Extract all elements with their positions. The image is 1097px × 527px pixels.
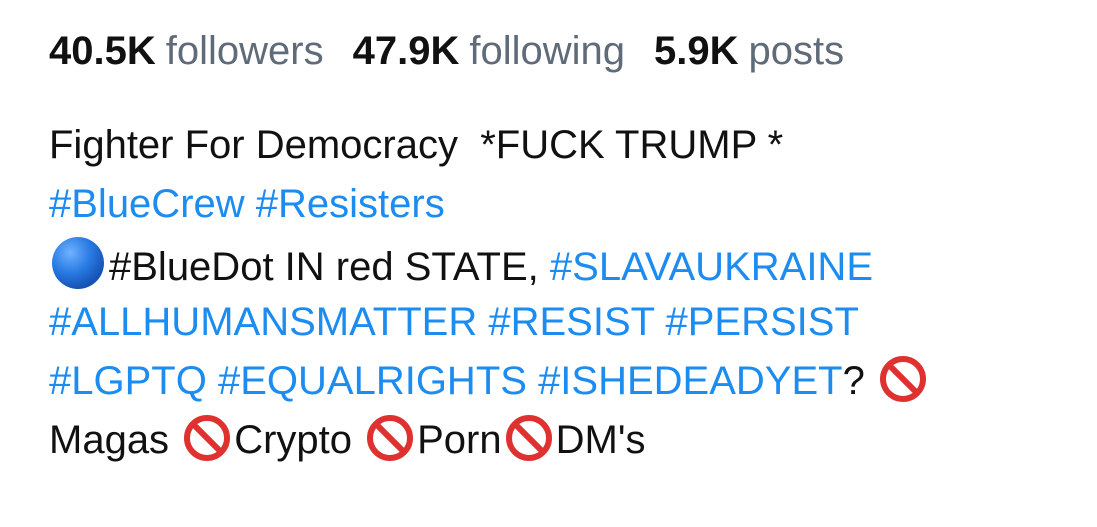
- bio-line-2: #BlueCrew #Resisters: [49, 175, 445, 233]
- following-count: 47.9K: [352, 29, 460, 73]
- bio-no-dms: DM's: [555, 418, 646, 462]
- hashtag-resisters[interactable]: #Resisters: [256, 182, 445, 226]
- profile-stats: 40.5K followers 47.9K following 5.9K pos…: [49, 26, 873, 76]
- hashtag-allhumansmatter[interactable]: #ALLHUMANSMATTER: [49, 300, 477, 344]
- prohibited-icon: [184, 415, 231, 461]
- hashtag-slavaukraine[interactable]: #SLAVAUKRAINE: [550, 245, 873, 289]
- hashtag-bluecrew[interactable]: #BlueCrew: [49, 182, 245, 226]
- followers-label: followers: [165, 29, 324, 73]
- bio-line-6: Magas Crypto Porn DM's: [49, 411, 645, 469]
- bio-tagline: Fighter For Democracy *FUCK TRUMP *: [49, 123, 784, 167]
- bio-question-mark: ?: [842, 359, 865, 403]
- bio-line-4: #ALLHUMANSMATTER #RESIST #PERSIST: [49, 293, 859, 351]
- blue-circle-icon: [52, 237, 104, 289]
- bio-line-3: #BlueDot IN red STATE, #SLAVAUKRAINE: [49, 234, 873, 292]
- hashtag-persist[interactable]: #PERSIST: [665, 300, 858, 344]
- following-label: following: [469, 29, 625, 73]
- prohibited-icon: [505, 415, 552, 461]
- hashtag-lgptq[interactable]: #LGPTQ: [49, 359, 207, 403]
- bio-line-1: Fighter For Democracy *FUCK TRUMP *: [49, 116, 783, 174]
- posts-label: posts: [748, 29, 845, 73]
- prohibited-icon: [879, 356, 926, 402]
- posts-stat[interactable]: 5.9K posts: [654, 26, 844, 76]
- bio-no-crypto: Crypto: [234, 418, 352, 462]
- posts-count: 5.9K: [654, 29, 739, 73]
- hashtag-isheadeadyet[interactable]: #ISHEDEADYET: [538, 359, 843, 403]
- bio-line-5: #LGPTQ #EQUALRIGHTS #ISHEDEADYET?: [49, 352, 930, 410]
- followers-count: 40.5K: [49, 29, 156, 73]
- bio-bluedot-text: #BlueDot IN red STATE,: [109, 245, 550, 289]
- bio-no-magas: Magas: [49, 418, 170, 462]
- bio-no-porn: Porn: [417, 418, 502, 462]
- hashtag-resist[interactable]: #RESIST: [488, 300, 654, 344]
- prohibited-icon: [367, 415, 414, 461]
- following-stat[interactable]: 47.9K following: [353, 26, 625, 76]
- followers-stat[interactable]: 40.5K followers: [49, 26, 324, 76]
- hashtag-equalrights[interactable]: #EQUALRIGHTS: [218, 359, 527, 403]
